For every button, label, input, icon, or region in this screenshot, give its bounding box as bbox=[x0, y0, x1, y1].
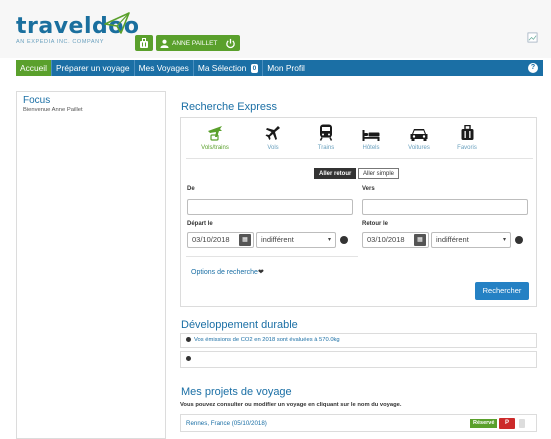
tab-label: Vols bbox=[267, 145, 279, 151]
emissions-box: Vos émissions de CO2 en 2018 sont évalué… bbox=[180, 333, 537, 348]
roundtrip-toggle[interactable]: Aller retour bbox=[314, 168, 357, 179]
emissions-text: Vos émissions de CO2 en 2018 sont évalué… bbox=[194, 337, 340, 343]
oneway-toggle[interactable]: Aller simple bbox=[358, 168, 400, 179]
logo-subtitle: AN EXPEDIA INC. COMPANY bbox=[16, 39, 104, 45]
search-options-toggle[interactable]: Options de recherche❤ bbox=[191, 268, 264, 276]
options-label: Options de recherche bbox=[191, 269, 258, 276]
tab-label: Vols/trains bbox=[201, 145, 229, 151]
from-label: De bbox=[187, 186, 195, 192]
trash-icon[interactable] bbox=[519, 419, 525, 428]
calendar-icon[interactable]: ▦ bbox=[414, 234, 426, 246]
depart-time-value: indifférent bbox=[261, 235, 294, 244]
tab-voitures[interactable]: Voitures bbox=[395, 121, 443, 158]
return-time-select[interactable]: indifférent ▾ bbox=[431, 232, 511, 248]
focus-panel: Focus Bienvenue Anne Paillet bbox=[16, 91, 166, 439]
tab-label: Favoris bbox=[457, 145, 477, 151]
nav-ma-selection[interactable]: Ma Sélection 0 bbox=[194, 60, 262, 76]
chevron-down-icon: ▾ bbox=[502, 237, 506, 243]
projects-subtitle: Vous pouvez consulter ou modifier un voy… bbox=[180, 402, 402, 408]
trip-p-badge[interactable]: P bbox=[499, 418, 515, 429]
sustainability-title: Développement durable bbox=[181, 319, 298, 331]
user-icon bbox=[160, 39, 169, 48]
from-input[interactable] bbox=[187, 199, 353, 215]
broken-image-icon bbox=[527, 32, 538, 43]
selection-count-badge: 0 bbox=[250, 64, 259, 73]
search-title: Recherche Express bbox=[181, 101, 277, 113]
power-icon[interactable] bbox=[225, 38, 236, 49]
options-divider bbox=[186, 256, 358, 257]
user-account-button[interactable]: ANNE PAILLET bbox=[156, 35, 241, 51]
train-icon bbox=[319, 124, 333, 141]
tab-hotels[interactable]: Hôtels bbox=[347, 121, 395, 158]
return-label: Retour le bbox=[362, 221, 389, 227]
luggage-icon bbox=[140, 37, 148, 48]
nav-ma-selection-label: Ma Sélection bbox=[197, 63, 247, 73]
projects-title: Mes projets de voyage bbox=[181, 386, 292, 398]
depart-label: Départ le bbox=[187, 221, 213, 227]
main-nav: Accueil Préparer un voyage Mes Voyages M… bbox=[16, 60, 543, 76]
trip-row[interactable]: Rennes, France (05/10/2018) Réservé P bbox=[180, 414, 537, 432]
p-badge-label: P bbox=[504, 420, 509, 426]
user-name: ANNE PAILLET bbox=[172, 39, 218, 47]
clock-icon[interactable] bbox=[515, 236, 523, 244]
plane-train-icon bbox=[208, 126, 222, 141]
tab-label: Hôtels bbox=[362, 145, 380, 151]
depart-time-select[interactable]: indifférent ▾ bbox=[256, 232, 336, 248]
focus-welcome: Bienvenue Anne Paillet bbox=[23, 107, 83, 113]
calendar-icon[interactable]: ▦ bbox=[239, 234, 251, 246]
tabs-divider bbox=[186, 158, 533, 159]
focus-title: Focus bbox=[23, 95, 51, 106]
trip-name-link[interactable]: Rennes, France (05/10/2018) bbox=[186, 420, 267, 427]
tab-label: Voitures bbox=[408, 145, 430, 151]
nav-mes-voyages[interactable]: Mes Voyages bbox=[135, 60, 193, 76]
info-icon bbox=[186, 336, 191, 342]
clock-icon[interactable] bbox=[340, 236, 348, 244]
tab-vols-trains[interactable]: Vols/trains bbox=[191, 121, 239, 158]
luggage-icon bbox=[461, 125, 473, 140]
nav-accueil[interactable]: Accueil bbox=[16, 60, 51, 76]
info-box-empty bbox=[180, 351, 537, 368]
tab-vols[interactable]: Vols bbox=[249, 121, 297, 158]
paper-plane-icon bbox=[104, 12, 130, 34]
to-input[interactable] bbox=[362, 199, 528, 215]
tab-label: Trains bbox=[317, 145, 335, 151]
help-icon[interactable]: ? bbox=[528, 63, 538, 73]
status-badge: Réservé bbox=[470, 419, 498, 428]
chevron-down-icon: ▾ bbox=[327, 237, 331, 243]
search-tabs: Vols/trains Vols Trains Hôtels Voitures … bbox=[186, 121, 533, 158]
header: traveldoo AN EXPEDIA INC. COMPANY ANNE P… bbox=[0, 0, 551, 58]
tab-trains[interactable]: Trains bbox=[302, 121, 350, 158]
to-label: Vers bbox=[362, 186, 375, 192]
nav-preparer-voyage[interactable]: Préparer un voyage bbox=[52, 60, 134, 76]
return-time-value: indifférent bbox=[436, 235, 469, 244]
search-panel: Vols/trains Vols Trains Hôtels Voitures … bbox=[180, 117, 537, 307]
trips-luggage-button[interactable] bbox=[135, 35, 153, 51]
caret-down-icon: ❤ bbox=[257, 269, 264, 276]
bed-icon bbox=[362, 130, 380, 141]
plane-icon bbox=[265, 126, 280, 140]
tab-favoris[interactable]: Favoris bbox=[443, 121, 491, 158]
car-icon bbox=[410, 129, 428, 141]
search-button[interactable]: Rechercher bbox=[475, 282, 529, 300]
info-icon bbox=[186, 355, 191, 361]
nav-mon-profil[interactable]: Mon Profil bbox=[263, 60, 309, 76]
